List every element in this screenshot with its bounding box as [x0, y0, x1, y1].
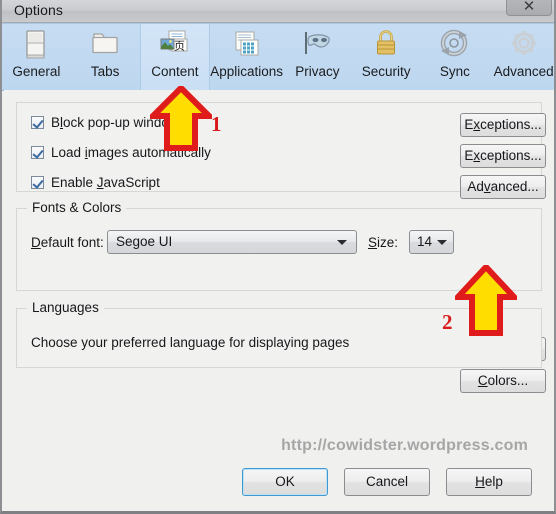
options-dialog: Options ✕ General Tabs 页 Content Applica… — [0, 0, 556, 514]
window-title: Options — [14, 2, 63, 18]
tab-label: Security — [361, 64, 411, 79]
svg-text:页: 页 — [174, 40, 185, 53]
security-lock-icon — [366, 28, 406, 62]
tab-label: General — [12, 64, 61, 79]
tabs-folder-icon — [85, 28, 125, 62]
close-icon[interactable]: ✕ — [506, 0, 552, 16]
tab-strip: General Tabs 页 Content Applications Priv… — [2, 23, 554, 91]
languages-description: Choose your preferred language for displ… — [31, 335, 350, 350]
checkbox-block-popups[interactable] — [31, 116, 44, 129]
tab-label: Privacy — [295, 64, 340, 79]
default-font-value: Segoe UI — [116, 234, 173, 249]
checkbox-load-images[interactable] — [31, 146, 44, 159]
popup-exceptions-button[interactable]: Exceptions... — [460, 113, 546, 137]
watermark-url: http://cowidster.wordpress.com — [281, 437, 528, 454]
font-size-value: 14 — [417, 234, 433, 249]
tab-label: Content — [151, 64, 199, 79]
tab-label: Advanced — [493, 64, 554, 79]
tab-label: Applications — [210, 64, 284, 79]
checkbox-label: Enable JavaScript — [51, 175, 160, 190]
tab-general[interactable]: General — [2, 24, 71, 90]
tab-sync[interactable]: Sync — [421, 24, 490, 90]
checkbox-enable-javascript[interactable] — [31, 176, 44, 189]
default-font-label: Default font: — [31, 235, 104, 250]
annotation-number-2: 2 — [442, 310, 453, 334]
images-exceptions-button[interactable]: Exceptions... — [460, 144, 546, 168]
tab-privacy[interactable]: Privacy — [283, 24, 352, 90]
cancel-button[interactable]: Cancel — [344, 468, 430, 496]
content-options-group: Block pop-up windows Load images automat… — [16, 102, 546, 199]
tab-label: Tabs — [90, 64, 120, 79]
general-window-icon — [16, 28, 56, 62]
group-legend: Languages — [27, 300, 104, 315]
privacy-mask-icon — [297, 28, 337, 62]
tab-content[interactable]: 页 Content — [139, 24, 211, 90]
tab-applications[interactable]: Applications — [210, 24, 283, 90]
content-page-icon: 页 — [155, 28, 195, 62]
font-size-label: Size: — [368, 235, 399, 250]
default-font-select[interactable]: Segoe UI — [107, 230, 357, 254]
tab-security[interactable]: Security — [352, 24, 421, 90]
help-button[interactable]: Help — [446, 468, 532, 496]
font-size-select[interactable]: 14 — [409, 230, 454, 254]
annotation-arrow-1 — [150, 86, 212, 152]
annotation-arrow-2 — [455, 265, 517, 337]
group-legend: Fonts & Colors — [27, 200, 127, 215]
dialog-footer: OK Cancel Help — [242, 468, 532, 496]
sync-refresh-icon — [435, 28, 475, 62]
advanced-gear-icon — [504, 28, 544, 62]
applications-grid-icon — [227, 28, 267, 62]
tab-tabs[interactable]: Tabs — [71, 24, 140, 90]
chevron-down-icon — [337, 240, 347, 245]
colors-button[interactable]: Colors... — [460, 369, 546, 393]
title-bar: Options ✕ — [2, 0, 554, 23]
tab-advanced[interactable]: Advanced — [489, 24, 554, 90]
checkbox-row-enable-javascript[interactable]: Enable JavaScript — [31, 175, 160, 190]
ok-button[interactable]: OK — [242, 468, 328, 496]
tab-label: Sync — [439, 64, 470, 79]
content-panel: Block pop-up windows Load images automat… — [4, 90, 554, 423]
chevron-down-icon — [437, 240, 447, 245]
javascript-advanced-button[interactable]: Advanced... — [460, 175, 546, 199]
annotation-number-1: 1 — [211, 112, 222, 136]
